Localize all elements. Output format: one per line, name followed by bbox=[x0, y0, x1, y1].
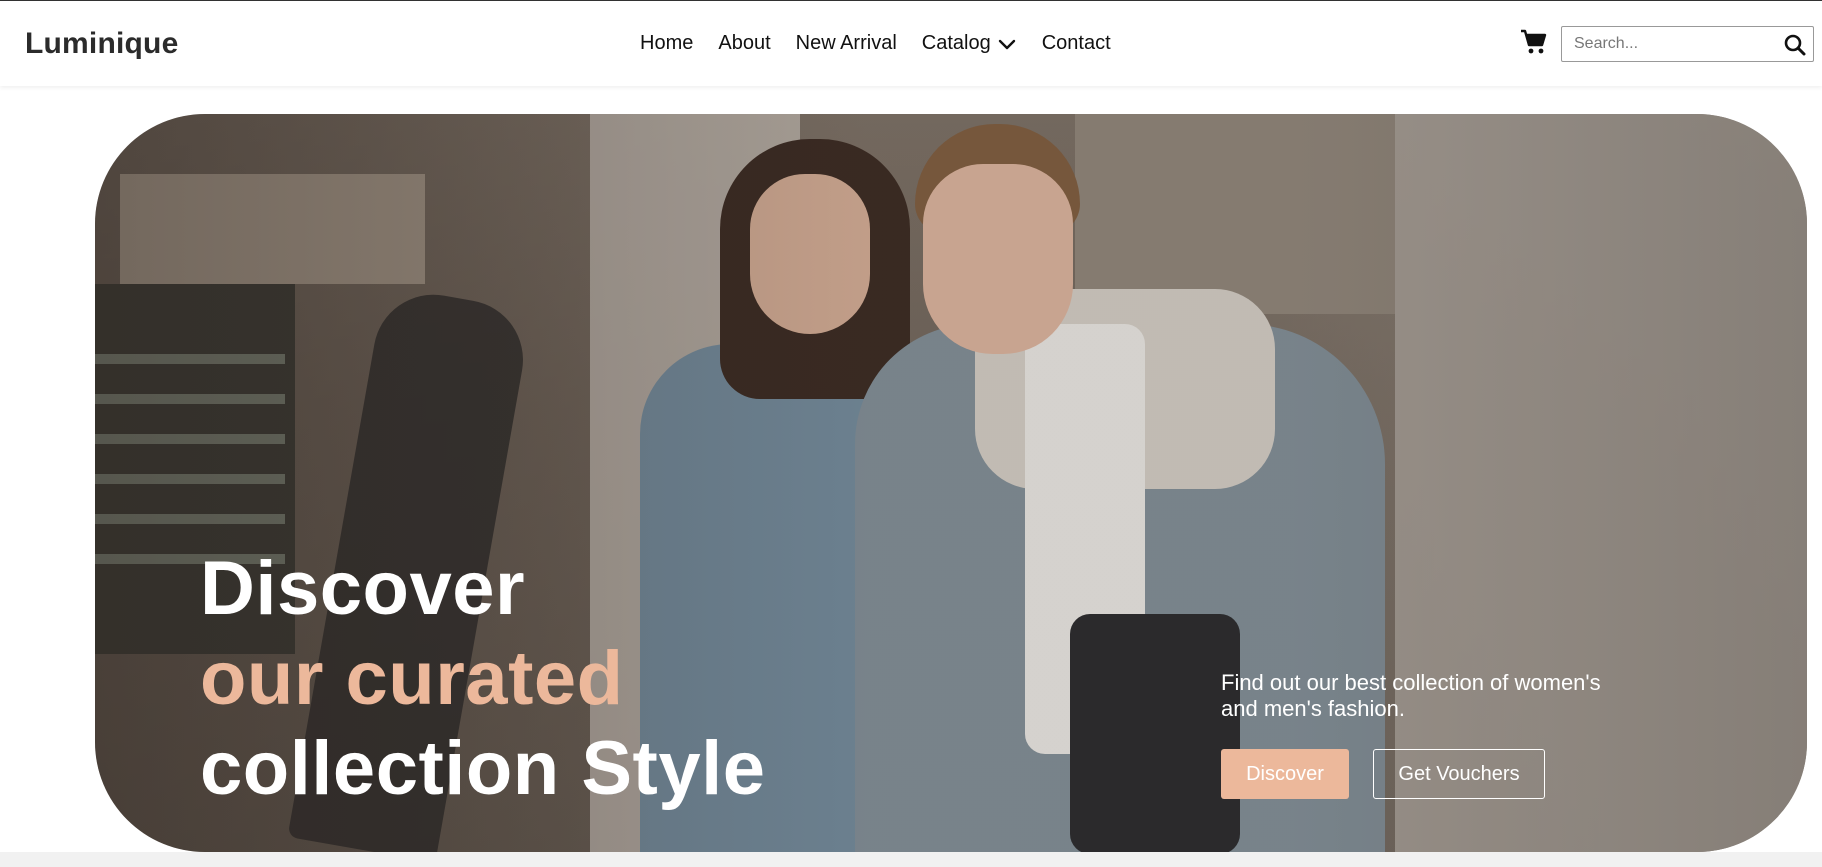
headline-line-2: our curated bbox=[200, 636, 624, 721]
nav-catalog-label: Catalog bbox=[921, 32, 991, 54]
next-section-edge bbox=[0, 852, 1822, 867]
nav-about-label: About bbox=[718, 32, 771, 54]
search-icon[interactable] bbox=[1783, 33, 1807, 57]
hero-banner: Discover our curated collection Style Fi… bbox=[95, 114, 1807, 852]
chevron-down-icon bbox=[998, 39, 1015, 49]
nav-about[interactable]: About bbox=[718, 32, 770, 55]
nav-home[interactable]: Home bbox=[640, 32, 693, 55]
nav-new-arrival-label: New Arrival bbox=[795, 32, 897, 54]
get-vouchers-button[interactable]: Get Vouchers bbox=[1373, 749, 1545, 799]
nav-home-label: Home bbox=[640, 32, 694, 54]
search-box bbox=[1561, 26, 1814, 62]
discover-button[interactable]: Discover bbox=[1221, 749, 1349, 799]
nav-catalog-dropdown[interactable]: Catalog bbox=[922, 32, 1017, 55]
site-logo[interactable]: Luminique bbox=[25, 27, 178, 61]
headline-line-1: Discover bbox=[200, 546, 526, 631]
headline-line-3: collection Style bbox=[200, 726, 766, 811]
search-input[interactable] bbox=[1562, 29, 1772, 59]
nav-new-arrival[interactable]: New Arrival bbox=[796, 32, 897, 55]
nav-contact-label: Contact bbox=[1041, 32, 1111, 54]
nav-contact[interactable]: Contact bbox=[1042, 32, 1111, 55]
hero-description: Find out our best collection of women's … bbox=[1221, 670, 1601, 721]
cart-icon[interactable] bbox=[1520, 28, 1548, 56]
main-nav: Home About New Arrival Catalog Contact bbox=[640, 32, 1111, 55]
site-header: Luminique Home About New Arrival Catalog… bbox=[0, 1, 1822, 86]
hero-headline: Discover our curated collection Style bbox=[200, 544, 766, 814]
